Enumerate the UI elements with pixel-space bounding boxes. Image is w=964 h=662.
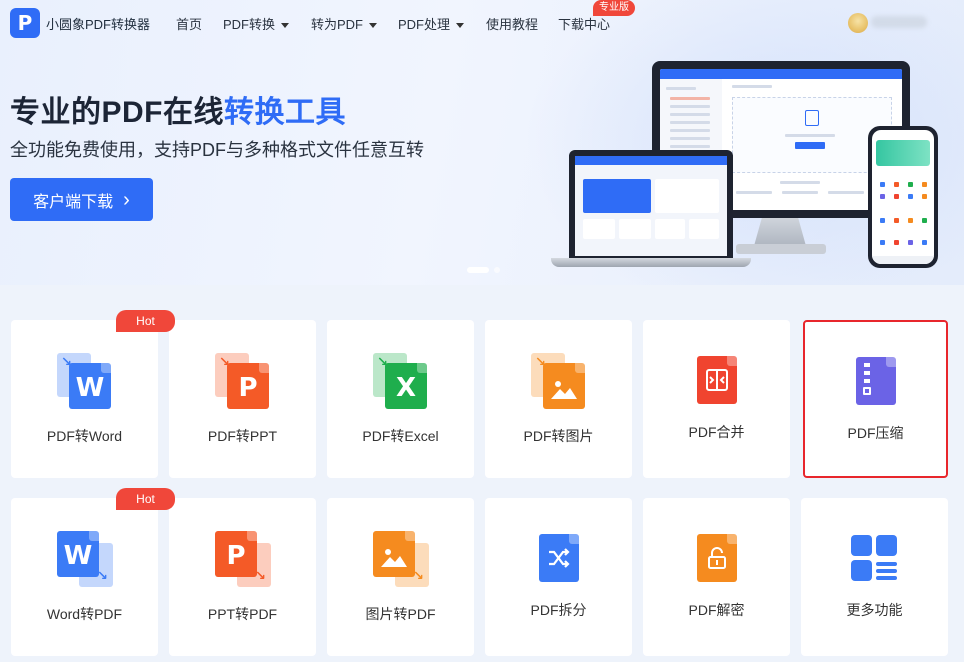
monitor-stand: [754, 218, 806, 246]
shuffle-glyph: [549, 548, 570, 568]
nav-home[interactable]: 首页: [176, 14, 202, 33]
nav-pdf-convert[interactable]: PDF转换: [223, 14, 290, 33]
top-nav: P 小圆象PDF转换器 首页 PDF转换 转为PDF PDF处理 使用教程 下载…: [0, 0, 964, 44]
phone-illustration: [868, 126, 938, 268]
brand-name[interactable]: 小圆象PDF转换器: [46, 14, 150, 33]
tool-card-ppt-to-pdf[interactable]: P ↘ PPT转PDF: [169, 498, 316, 656]
tool-card-pdf-compress[interactable]: PDF压缩: [803, 320, 948, 478]
carousel-dot-active[interactable]: [467, 267, 489, 273]
tool-card-pdf-merge[interactable]: PDF合并: [643, 320, 790, 478]
laptop-illustration: [569, 150, 733, 258]
tool-label: 更多功能: [846, 602, 903, 618]
tool-card-pdf-split[interactable]: PDF拆分: [485, 498, 632, 656]
tool-label: PDF解密: [688, 602, 745, 618]
laptop-base: [551, 258, 751, 267]
tool-label: Word转PDF: [46, 606, 123, 622]
client-download-button[interactable]: 客户端下载 ›: [10, 178, 153, 221]
hero-title: 专业的PDF在线转换工具: [10, 96, 346, 129]
image-glyph: [381, 549, 407, 567]
tool-card-word-to-pdf[interactable]: Hot W ↘ Word转PDF: [11, 488, 175, 656]
logo-icon[interactable]: P: [10, 8, 40, 38]
pdf-decrypt-icon: [697, 534, 739, 582]
tool-card-image-to-pdf[interactable]: ↘ 图片转PDF: [327, 498, 474, 656]
hero-subtitle: 全功能免费使用，支持PDF与多种格式文件任意互转: [10, 140, 424, 160]
username-blurred[interactable]: [871, 16, 927, 28]
tool-card-pdf-to-word[interactable]: Hot ↘ W PDF转Word: [11, 310, 175, 478]
tool-label: PDF合并: [688, 424, 745, 440]
pdf-to-excel-icon: ↘ X: [373, 353, 429, 409]
carousel-indicator: [467, 267, 500, 273]
tool-label: PDF转图片: [523, 428, 594, 444]
pdf-merge-icon: [697, 356, 739, 404]
pdf-to-ppt-icon: ↘ P: [215, 353, 271, 409]
tool-label: PDF转Word: [46, 428, 123, 444]
image-to-pdf-icon: ↘: [373, 531, 429, 587]
tool-card-more-functions[interactable]: 更多功能: [801, 498, 948, 656]
pdf-compress-icon: [856, 357, 898, 405]
image-glyph: [551, 381, 577, 399]
word-to-pdf-icon: W ↘: [57, 531, 113, 587]
tool-label: PDF转PPT: [207, 428, 278, 444]
tool-label: PDF压缩: [847, 425, 904, 441]
pdf-to-image-icon: ↘: [531, 353, 587, 409]
tool-card-pdf-to-ppt[interactable]: ↘ P PDF转PPT: [169, 320, 316, 478]
ppt-to-pdf-icon: P ↘: [215, 531, 271, 587]
more-functions-icon: [851, 535, 899, 581]
hero-banner: P 小圆象PDF转换器 首页 PDF转换 转为PDF PDF处理 使用教程 下载…: [0, 0, 964, 285]
tool-card-pdf-decrypt[interactable]: PDF解密: [643, 498, 790, 656]
carousel-dot[interactable]: [494, 267, 500, 273]
pdf-split-icon: [539, 534, 581, 582]
tool-label: PDF转Excel: [362, 428, 439, 444]
hot-badge: Hot: [116, 488, 175, 510]
monitor-base: [736, 244, 826, 254]
avatar[interactable]: [848, 13, 868, 33]
tool-card-pdf-to-excel[interactable]: ↘ X PDF转Excel: [327, 320, 474, 478]
chevron-down-icon: [369, 23, 378, 29]
chevron-right-icon: ›: [123, 188, 130, 211]
pdf-to-word-icon: ↘ W: [57, 353, 113, 409]
pro-badge: 专业版: [593, 0, 635, 16]
hot-badge: Hot: [116, 310, 175, 332]
nav-pdf-process[interactable]: PDF处理: [398, 14, 465, 33]
chevron-down-icon: [456, 23, 465, 29]
unlock-glyph: [708, 547, 726, 569]
tool-card-pdf-to-image[interactable]: ↘ PDF转图片: [485, 320, 632, 478]
chevron-down-icon: [281, 23, 290, 29]
tool-label: PDF拆分: [530, 602, 587, 618]
nav-to-pdf[interactable]: 转为PDF: [311, 14, 378, 33]
merge-glyph: [706, 369, 728, 391]
tool-label: 图片转PDF: [365, 606, 436, 622]
nav-download-center[interactable]: 下载中心: [558, 14, 610, 33]
tool-label: PPT转PDF: [207, 606, 278, 622]
nav-tutorial[interactable]: 使用教程: [486, 14, 538, 33]
